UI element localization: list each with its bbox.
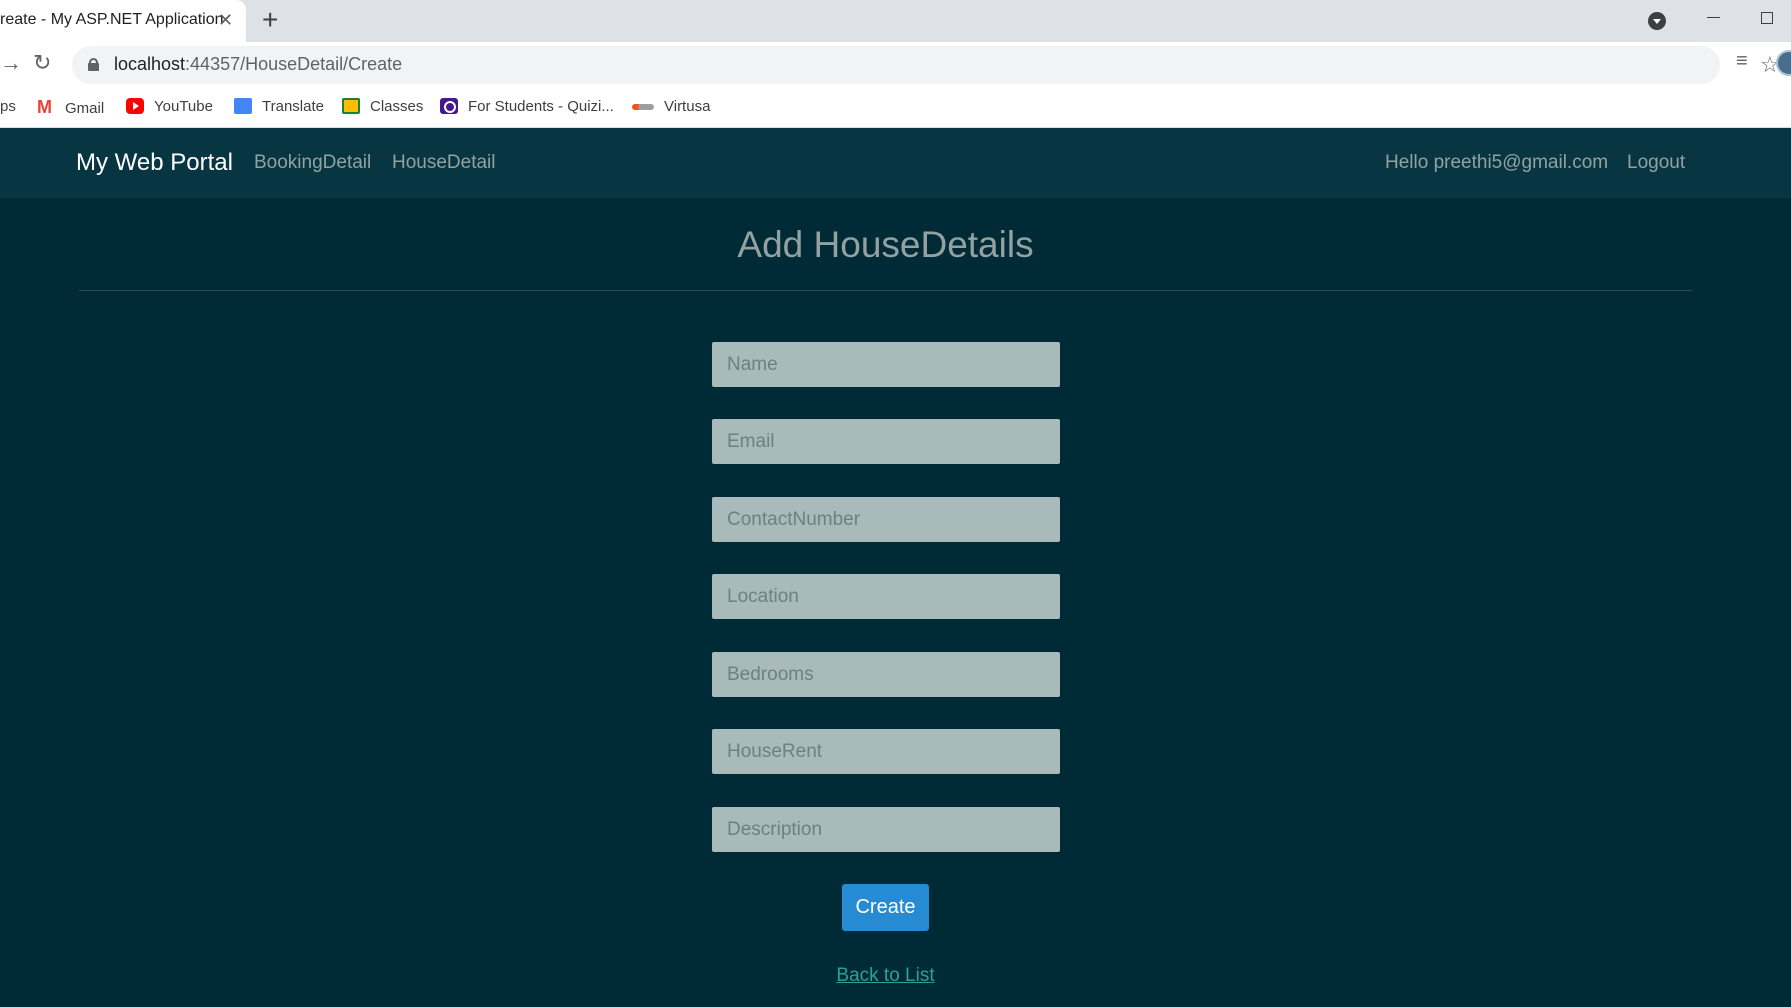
bookmark-gmail[interactable]: M Gmail	[37, 96, 104, 118]
gmail-icon: M	[37, 97, 52, 117]
back-to-list-link[interactable]: Back to List	[0, 965, 1771, 987]
bookmark-youtube[interactable]: YouTube	[126, 96, 213, 118]
reading-list-icon[interactable]: ≡	[1736, 50, 1748, 73]
bookmark-apps[interactable]: ps	[0, 96, 16, 118]
close-icon[interactable]: ✕	[218, 10, 233, 30]
bookmark-label: YouTube	[154, 98, 213, 115]
bookmark-label: Translate	[262, 98, 324, 115]
brand-link[interactable]: My Web Portal	[76, 149, 233, 177]
user-greeting-link[interactable]: Hello preethi5@gmail.com	[1385, 152, 1608, 174]
bookmark-translate[interactable]: Translate	[234, 96, 324, 118]
address-bar[interactable]: localhost:44357/HouseDetail/Create ☆	[72, 46, 1780, 84]
browser-tab[interactable]: reate - My ASP.NET Application ✕	[0, 0, 246, 42]
virtusa-icon	[632, 104, 654, 110]
bookmark-label: Classes	[370, 98, 424, 115]
restore-icon[interactable]	[1761, 12, 1773, 24]
bookmark-quizizz[interactable]: For Students - Quizi...	[440, 96, 614, 118]
bookmark-classes[interactable]: Classes	[342, 96, 423, 118]
bedrooms-input[interactable]	[712, 652, 1060, 697]
bookmark-label: Virtusa	[664, 98, 711, 115]
description-input[interactable]	[712, 807, 1060, 852]
bookmark-label: ps	[0, 98, 16, 115]
browser-toolbar: → ↻ localhost:44357/HouseDetail/Create ☆…	[0, 42, 1791, 88]
bookmark-virtusa[interactable]: Virtusa	[632, 96, 710, 118]
contact-number-input[interactable]	[712, 497, 1060, 542]
bookmark-label: For Students - Quizi...	[468, 98, 614, 115]
tab-strip: reate - My ASP.NET Application ✕ +	[0, 0, 1791, 42]
url-text[interactable]: localhost:44357/HouseDetail/Create	[114, 54, 402, 75]
email-input[interactable]	[712, 419, 1060, 464]
url-host: localhost	[114, 54, 186, 74]
forward-icon[interactable]: →	[0, 50, 22, 76]
page-title: Add HouseDetails	[737, 224, 1034, 265]
nav-link-bookingdetail[interactable]: BookingDetail	[254, 152, 371, 174]
divider	[79, 290, 1692, 291]
house-rent-input[interactable]	[712, 729, 1060, 774]
bookmarks-bar: ps M Gmail YouTube Translate Classes For …	[0, 88, 1791, 128]
tab-search-icon[interactable]	[1648, 12, 1666, 30]
translate-icon	[234, 98, 252, 114]
logout-link[interactable]: Logout	[1627, 152, 1685, 174]
create-button[interactable]: Create	[842, 884, 929, 931]
youtube-icon	[126, 98, 144, 114]
quizizz-icon	[440, 98, 458, 114]
classes-icon	[342, 98, 360, 114]
tab-title: reate - My ASP.NET Application	[0, 11, 224, 28]
page-content: My Web Portal BookingDetail HouseDetail …	[0, 128, 1791, 1007]
url-path: :44357/HouseDetail/Create	[185, 54, 403, 74]
location-input[interactable]	[712, 574, 1060, 619]
new-tab-button[interactable]: +	[262, 6, 278, 34]
bookmark-label: Gmail	[65, 100, 105, 117]
site-navbar: My Web Portal BookingDetail HouseDetail …	[0, 128, 1791, 198]
name-input[interactable]	[712, 342, 1060, 387]
lock-icon[interactable]	[88, 58, 99, 71]
nav-link-housedetail[interactable]: HouseDetail	[392, 152, 496, 174]
minimize-icon[interactable]	[1707, 17, 1720, 18]
reload-icon[interactable]: ↻	[33, 50, 51, 76]
